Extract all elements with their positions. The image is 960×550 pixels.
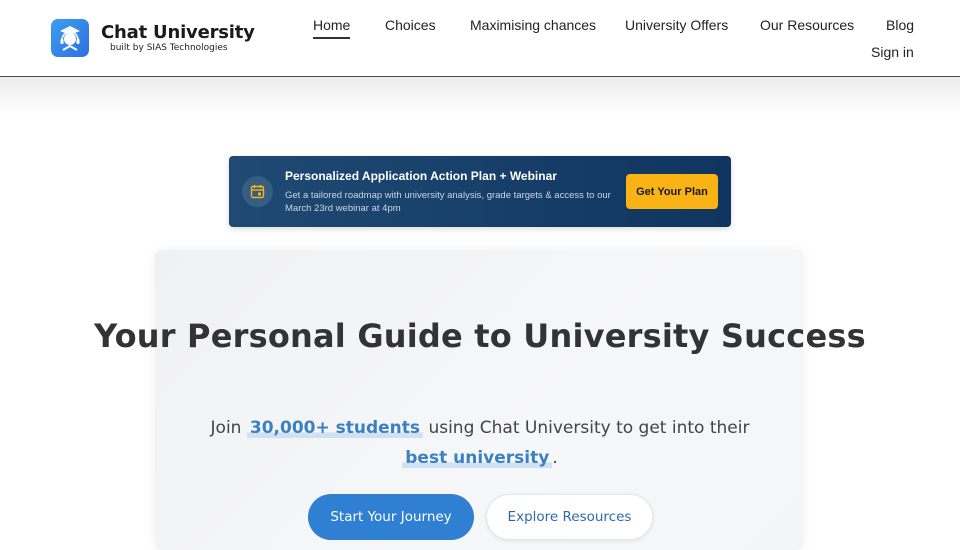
nav-choices[interactable]: Choices <box>385 17 436 33</box>
hero-card <box>155 250 803 550</box>
calendar-icon <box>242 176 273 207</box>
brand-subtitle: built by SIAS Technologies <box>110 43 228 53</box>
logo[interactable] <box>51 19 89 57</box>
sign-in-link[interactable]: Sign in <box>871 44 914 60</box>
header-shadow <box>0 77 960 117</box>
hero-title: Your Personal Guide to University Succes… <box>94 317 866 355</box>
banner-title: Personalized Application Action Plan + W… <box>285 169 557 183</box>
banner-description: Get a tailored roadmap with university a… <box>285 190 611 214</box>
graduate-headset-icon <box>60 26 80 51</box>
nav-home[interactable]: Home <box>313 17 351 39</box>
site-header: Chat University built by SIAS Technologi… <box>0 0 960 77</box>
hero-sub-suffix: . <box>552 448 558 468</box>
students-count-highlight: 30,000+ students <box>246 418 424 438</box>
hero-sub-middle: using Chat University to get into their <box>428 418 750 438</box>
nav-our-resources[interactable]: Our Resources <box>760 17 854 33</box>
get-your-plan-button[interactable]: Get Your Plan <box>626 174 718 209</box>
start-your-journey-button[interactable]: Start Your Journey <box>308 494 474 540</box>
explore-resources-button[interactable]: Explore Resources <box>486 494 653 540</box>
hero-sub-prefix: Join <box>210 418 242 438</box>
brand-name[interactable]: Chat University <box>101 22 255 43</box>
best-university-highlight: best university <box>402 448 553 468</box>
nav-maximising-chances[interactable]: Maximising chances <box>470 17 596 33</box>
nav-university-offers[interactable]: University Offers <box>625 17 728 33</box>
nav-blog[interactable]: Blog <box>886 17 914 33</box>
hero-subtitle: Join 30,000+ students using Chat Univers… <box>0 413 960 473</box>
promo-banner: Personalized Application Action Plan + W… <box>229 156 731 227</box>
